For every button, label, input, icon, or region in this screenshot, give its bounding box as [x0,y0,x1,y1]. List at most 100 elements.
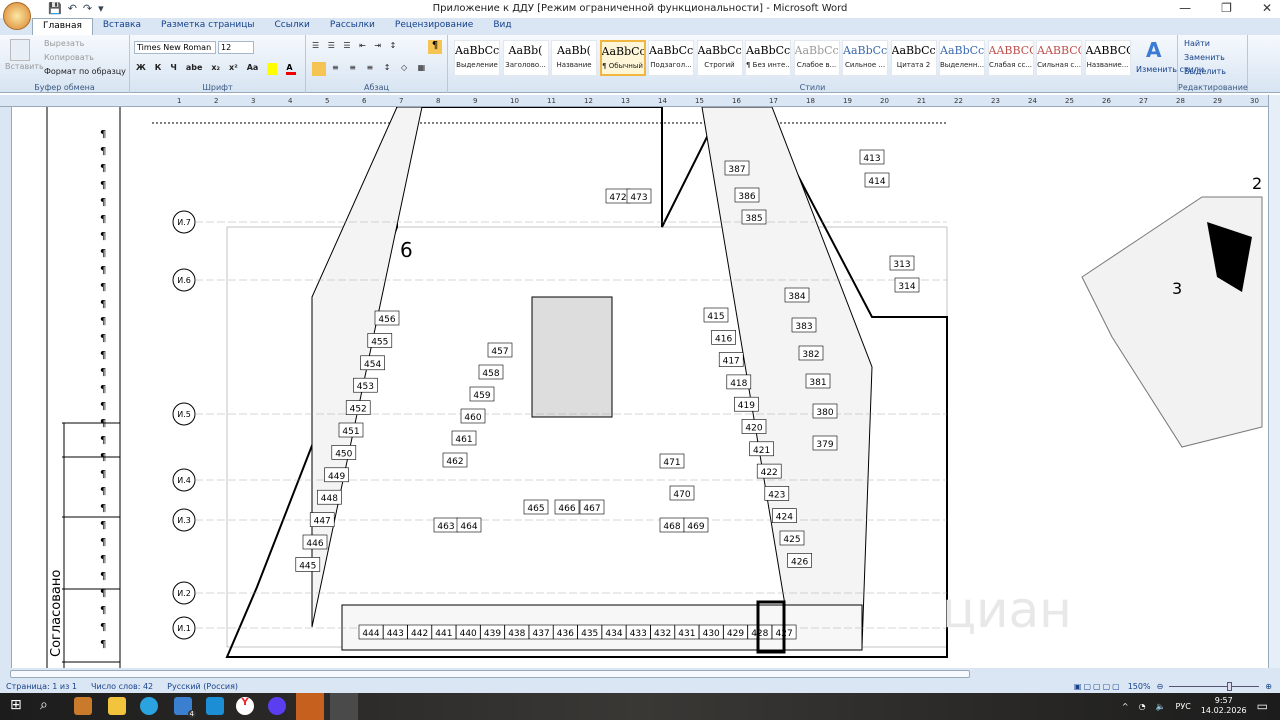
change-case-button[interactable]: Aa [247,63,259,75]
tray-chevron-icon[interactable]: ^ [1122,702,1129,711]
volume-icon[interactable]: 🔈 [1156,702,1166,711]
vertical-scrollbar[interactable] [1268,95,1280,668]
photos-icon[interactable] [296,693,324,720]
close-button[interactable]: ✕ [1262,1,1272,15]
tab-mailings[interactable]: Рассылки [320,18,385,35]
parking-number: 459 [473,391,490,401]
redo-icon[interactable]: ↷ [83,2,92,15]
language[interactable]: Русский (Россия) [167,682,238,691]
zoom-out-button[interactable]: ⊖ [1157,682,1164,691]
list-buttons[interactable]: ☰ ☰ ☰ ⇤ ⇥ ↕ [312,41,399,50]
show-marks-button[interactable]: ¶ [428,40,442,54]
style-item[interactable]: AaBbCcI Подзагол... [648,40,694,76]
page-count[interactable]: Страница: 1 из 1 [6,682,77,691]
search-icon[interactable]: ⌕ [40,697,58,715]
customize-qat-icon[interactable]: ▾ [98,2,104,15]
align-buttons[interactable]: ≡ ≡ ≡ ↕ ◇ ▦ [332,63,429,72]
style-item[interactable]: AABBCC Название... [1084,40,1131,76]
style-item[interactable]: AaBbCc Сильное ... [842,40,888,76]
select-button[interactable]: Выделить [1184,67,1226,76]
italic-button[interactable]: К [155,63,162,75]
style-sample: AaBbCcL [794,44,839,57]
telegram-icon[interactable] [140,697,158,715]
scroll-thumb[interactable] [10,670,970,678]
font-size-select[interactable]: 12 [218,41,254,54]
find-button[interactable]: Найти [1184,39,1210,48]
horizontal-ruler[interactable]: 1 2 3 4 5 6 7 8 9 10 11 12 13 14 15 16 17 18 19 20 21 22 23 24 2… [0,95,1268,107]
tab-view[interactable]: Вид [483,18,521,35]
font-color-icon[interactable]: A [286,63,297,75]
zoom-level[interactable]: 150% [1128,682,1151,691]
replace-button[interactable]: Заменить [1184,53,1225,62]
parking-number: 442 [411,629,428,639]
notes-icon[interactable]: 4 [174,697,196,718]
word-count[interactable]: Число слов: 42 [91,682,153,691]
style-item[interactable]: AaBbCcL Цитата 2 [890,40,937,76]
undo-icon[interactable]: ↶ [68,2,77,15]
view-buttons[interactable]: ▣▢▢▢▢ [1074,682,1122,691]
maximize-button[interactable]: ❐ [1221,1,1232,15]
app-icon[interactable] [74,697,92,715]
style-item[interactable]: AaBbCcI ¶ Без инте... [745,40,791,76]
font-name-select[interactable]: Times New Roman [134,41,216,54]
style-item[interactable]: AaBbCcL Слабое в... [793,40,840,76]
office-button[interactable] [3,2,31,30]
clock[interactable]: 9:57 14.02.2026 [1201,696,1247,716]
format-painter-button[interactable]: Формат по образцу [44,67,126,76]
parking-number: 425 [783,535,800,545]
horizontal-scrollbar[interactable] [0,668,1280,680]
ruler-tick: 1 [177,97,182,105]
superscript-button[interactable]: x² [229,63,238,75]
ruler-tick: 23 [991,97,1000,105]
style-name: Слабое в... [796,61,837,69]
styles-group: Стили Изменить стили A AaBbCcI Выделение A… [448,35,1204,93]
parking-number: 462 [446,457,463,467]
styles-label: Стили [799,83,826,92]
zoom-slider[interactable] [1169,682,1260,691]
parking-number: 418 [730,379,747,389]
minimize-button[interactable]: — [1179,1,1191,15]
tab-review[interactable]: Рецензирование [385,18,483,35]
store-icon[interactable] [206,697,224,715]
style-item[interactable]: AaBbCcI Выделение [454,40,500,76]
style-item[interactable]: AaBbCc Выделенн... [939,40,985,76]
style-item[interactable]: AaBbCcl Строгий [696,40,743,76]
file-explorer-icon[interactable] [108,697,126,715]
style-item[interactable]: AaBb(Заголово... [502,40,549,76]
cut-button[interactable]: Вырезать [44,39,84,48]
save-icon[interactable]: 💾 [48,2,62,15]
tab-insert[interactable]: Вставка [93,18,151,35]
highlight-icon[interactable] [267,63,278,75]
tab-home[interactable]: Главная [32,18,93,35]
word-icon[interactable] [330,693,358,720]
bold-button[interactable]: Ж [136,63,146,75]
window-title: Приложение к ДДУ [Режим ограниченной фун… [432,3,848,14]
style-item[interactable]: AaBb(Название [551,40,597,76]
vertical-ruler[interactable] [0,107,12,668]
style-item[interactable]: AABBCC Сильная с... [1036,40,1082,76]
underline-button[interactable]: Ч [170,63,176,75]
notifications-icon[interactable]: ▭ [1257,699,1268,713]
yandex-browser-icon[interactable]: Y [236,697,254,715]
ribbon: Вставить Вырезать Копировать Формат по о… [0,35,1280,93]
style-name: Строгий [704,61,735,69]
document-area[interactable]: Согласовано ¶ ¶ ¶ ¶ ¶ ¶ ¶ ¶ ¶ ¶ ¶ ¶ ¶ ¶ ¶ ¶ ¶ ¶ ¶ ¶ ¶ ¶ ¶ ¶ ¶ ¶ ¶ ¶ ¶… [12,107,1268,668]
paste-button[interactable]: Вставить [5,62,44,71]
paragraph-mark: ¶ [100,639,106,650]
style-item[interactable]: AABBCC Слабая сс... [987,40,1034,76]
parking-number: 413 [863,154,880,164]
align-left-button[interactable] [312,62,326,76]
tab-page-layout[interactable]: Разметка страницы [151,18,265,35]
keyboard-language[interactable]: РУС [1176,702,1191,711]
style-sample: AaBbCc [843,44,887,57]
tab-references[interactable]: Ссылки [265,18,320,35]
messenger-icon[interactable] [268,697,286,715]
zoom-in-button[interactable]: ⊕ [1265,682,1272,691]
subscript-button[interactable]: x₂ [211,63,220,75]
style-item[interactable]: AaBbCcI ¶ Обычный [599,40,646,76]
parking-number: 421 [753,446,770,456]
copy-button[interactable]: Копировать [44,53,94,62]
strikethrough-button[interactable]: abe [186,63,203,75]
network-icon[interactable]: ◔ [1139,702,1146,711]
start-icon[interactable]: ⊞ [10,697,28,715]
